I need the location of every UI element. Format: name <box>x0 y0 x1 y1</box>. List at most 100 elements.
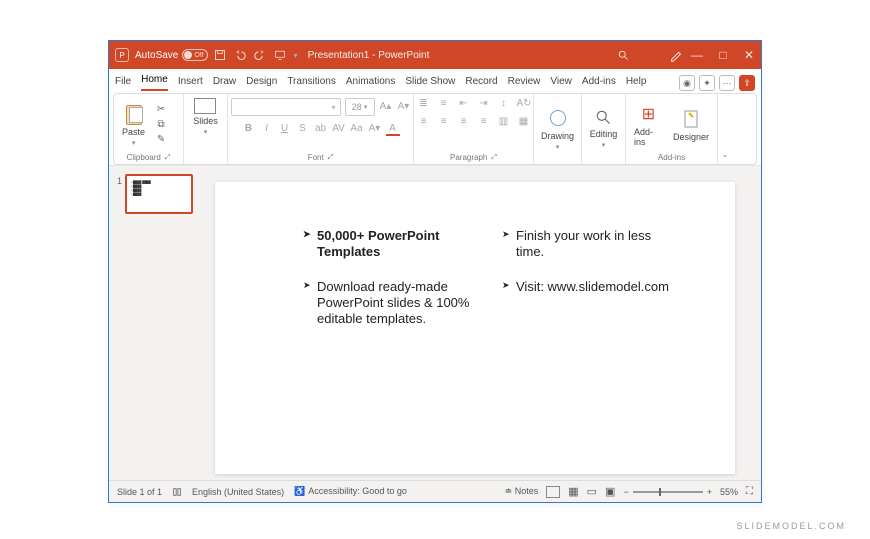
language-status[interactable]: English (United States) <box>192 487 284 497</box>
underline-button[interactable]: U <box>278 122 292 136</box>
dialog-launcher-icon[interactable]: ⤢ <box>491 154 497 162</box>
chevron-down-icon: ▾ <box>204 128 208 136</box>
share-button[interactable]: ⇧ <box>739 75 755 91</box>
slideshow-view-icon[interactable]: ▣ <box>605 485 615 498</box>
tab-insert[interactable]: Insert <box>178 73 203 91</box>
tab-draw[interactable]: Draw <box>213 73 236 91</box>
slide-canvas[interactable]: 50,000+ PowerPoint Templates Download re… <box>215 182 735 474</box>
workspace: 1 • ████ ████• ████• ████• ████ 50,000+ … <box>109 165 761 480</box>
font-name-combo[interactable]: ▾ <box>231 98 341 116</box>
grow-font-icon[interactable]: A▴ <box>379 100 393 114</box>
zoom-level[interactable]: 55% <box>720 487 738 497</box>
present-icon[interactable] <box>274 49 286 61</box>
bold-button[interactable]: B <box>242 122 256 136</box>
sorter-view-icon[interactable]: ▦ <box>568 485 578 498</box>
chevron-down-icon: ▾ <box>556 143 560 151</box>
line-spacing-icon[interactable]: ↕ <box>497 98 511 110</box>
minimize-button[interactable]: — <box>691 49 703 61</box>
format-painter-icon[interactable]: ✎ <box>155 134 167 145</box>
document-title: Presentation1 - PowerPoint <box>308 50 430 61</box>
italic-button[interactable]: I <box>260 122 274 136</box>
camera-button[interactable]: ◉ <box>679 75 695 91</box>
bullet-item[interactable]: Finish your work in less time. <box>502 228 675 261</box>
drawing-button[interactable]: Drawing ▾ <box>539 107 576 151</box>
redo-icon[interactable] <box>254 49 266 61</box>
dialog-launcher-icon[interactable]: ⤢ <box>165 154 171 162</box>
tab-slideshow[interactable]: Slide Show <box>405 73 455 91</box>
slides-button[interactable]: Slides ▾ <box>191 98 220 136</box>
numbering-icon[interactable]: ≡ <box>437 98 451 110</box>
clipboard-icon <box>125 103 143 125</box>
slide-thumbnail-1[interactable]: 1 • ████ ████• ████• ████• ████ <box>125 174 193 214</box>
justify-icon[interactable]: ≡ <box>477 116 491 128</box>
slide-counter[interactable]: Slide 1 of 1 <box>117 487 162 497</box>
ribbon: Paste ▾ ✂ ⧉ ✎ Clipboard⤢ Slides ▾ <box>113 93 757 165</box>
indent-dec-icon[interactable]: ⇤ <box>457 98 471 110</box>
highlight-icon[interactable]: A▾ <box>368 122 382 136</box>
tab-view[interactable]: View <box>550 73 572 91</box>
thumbnail-pane[interactable]: 1 • ████ ████• ████• ████• ████ <box>109 166 197 480</box>
align-right-icon[interactable]: ≡ <box>457 116 471 128</box>
tab-help[interactable]: Help <box>626 73 647 91</box>
designer-button[interactable]: Designer <box>671 108 711 142</box>
zoom-out-icon[interactable]: − <box>623 487 628 497</box>
zoom-slider[interactable]: − + <box>623 487 712 497</box>
notes-button[interactable]: ≐ Notes <box>505 486 539 497</box>
spacing-icon[interactable]: AV <box>332 122 346 136</box>
shrink-font-icon[interactable]: A▾ <box>397 100 411 114</box>
chevron-down-icon: ▾ <box>602 141 606 149</box>
strike-button[interactable]: S <box>296 122 310 136</box>
normal-view-icon[interactable] <box>546 486 560 498</box>
group-drawing: Drawing ▾ <box>534 94 582 164</box>
maximize-button[interactable]: □ <box>717 49 729 61</box>
tab-home[interactable]: Home <box>141 71 168 91</box>
dialog-launcher-icon[interactable]: ⤢ <box>328 154 334 162</box>
tab-record[interactable]: Record <box>465 73 497 91</box>
tab-transitions[interactable]: Transitions <box>287 73 336 91</box>
font-color-icon[interactable]: A <box>386 122 400 136</box>
book-icon[interactable] <box>172 487 182 497</box>
bullet-item[interactable]: Visit: www.slidemodel.com <box>502 279 675 295</box>
copilot-button[interactable]: ✦ <box>699 75 715 91</box>
tab-animations[interactable]: Animations <box>346 73 395 91</box>
save-icon[interactable] <box>214 49 226 61</box>
undo-icon[interactable] <box>234 49 246 61</box>
reading-view-icon[interactable]: ▭ <box>587 485 597 498</box>
paste-button[interactable]: Paste ▾ <box>120 103 147 147</box>
smartart-icon[interactable]: ▦ <box>517 116 531 128</box>
case-icon[interactable]: Aa <box>350 122 364 136</box>
align-center-icon[interactable]: ≡ <box>437 116 451 128</box>
content-column-2: Finish your work in less time. Visit: ww… <box>502 228 675 454</box>
collapse-ribbon-icon[interactable]: ⌄ <box>721 149 729 160</box>
addins-button[interactable]: ⊞ Add-ins <box>632 103 665 147</box>
accessibility-status[interactable]: ♿Accessibility: Good to go <box>294 486 407 497</box>
align-left-icon[interactable]: ≡ <box>417 116 431 128</box>
close-button[interactable]: ✕ <box>743 49 755 61</box>
tab-file[interactable]: File <box>115 73 131 91</box>
search-icon[interactable] <box>617 49 629 61</box>
zoom-track[interactable] <box>633 491 703 493</box>
slide-editor[interactable]: 50,000+ PowerPoint Templates Download re… <box>197 166 761 480</box>
columns-icon[interactable]: ▥ <box>497 116 511 128</box>
comments-button[interactable]: ⋯ <box>719 75 735 91</box>
copy-icon[interactable]: ⧉ <box>155 119 167 130</box>
text-direction-icon[interactable]: A↻ <box>517 98 531 110</box>
autosave-toggle[interactable]: AutoSave Off <box>135 49 204 61</box>
shadow-button[interactable]: ab <box>314 122 328 136</box>
cut-icon[interactable]: ✂ <box>155 104 167 115</box>
zoom-in-icon[interactable]: + <box>707 487 712 497</box>
bullet-item[interactable]: Download ready-made PowerPoint slides & … <box>303 279 476 328</box>
tab-design[interactable]: Design <box>246 73 277 91</box>
tab-addins[interactable]: Add-ins <box>582 73 616 91</box>
font-size-combo[interactable]: 28▾ <box>345 98 375 116</box>
pen-icon[interactable] <box>669 48 683 62</box>
indent-inc-icon[interactable]: ⇥ <box>477 98 491 110</box>
tab-review[interactable]: Review <box>508 73 541 91</box>
fit-window-icon[interactable]: ⛶ <box>746 486 753 497</box>
watermark: SLIDEMODEL.COM <box>736 521 846 531</box>
designer-icon <box>680 108 702 130</box>
editing-button[interactable]: Editing ▾ <box>588 109 620 149</box>
qat-dropdown-icon[interactable]: ▾ <box>294 51 298 60</box>
bullet-item[interactable]: 50,000+ PowerPoint Templates <box>303 228 476 261</box>
bullets-icon[interactable]: ≣ <box>417 98 431 110</box>
